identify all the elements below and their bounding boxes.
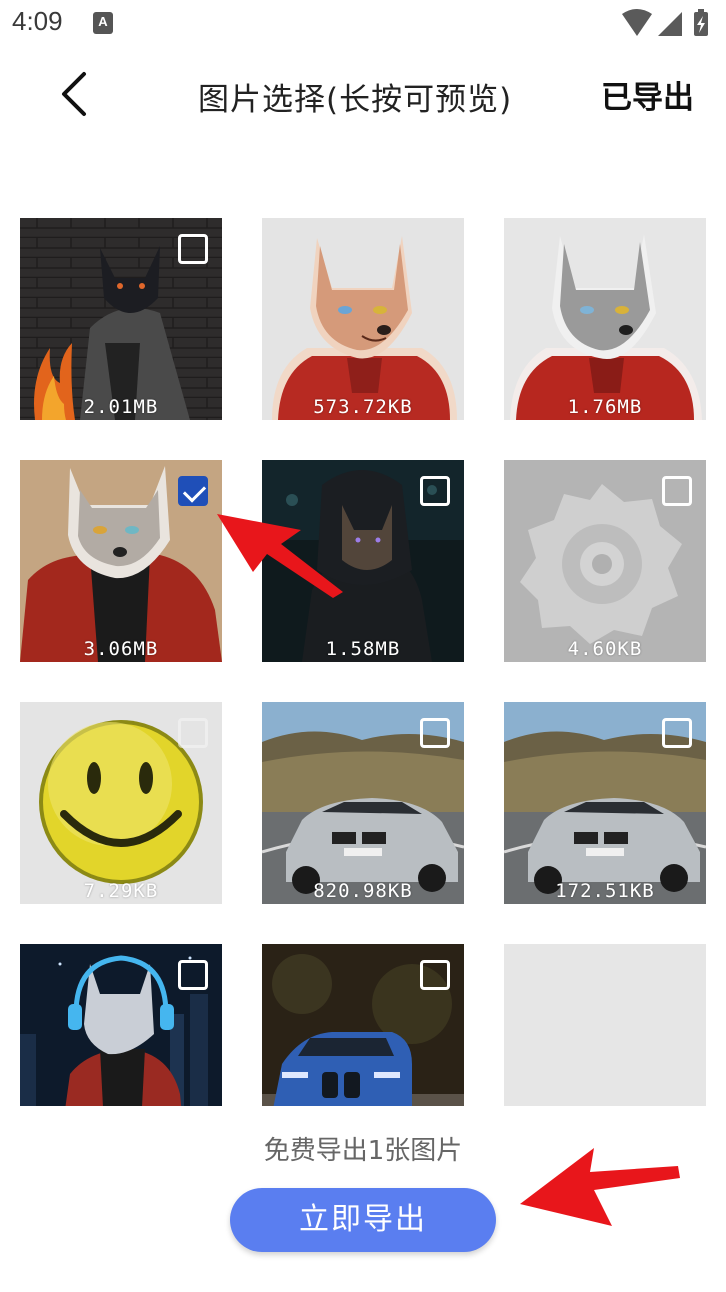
image-item-2[interactable]: 573.72KB [262,218,464,420]
back-button[interactable] [48,66,104,122]
image-grey-wolf-sticker [504,218,706,420]
export-now-button[interactable]: 立即导出 [230,1188,496,1252]
select-checkbox-checked[interactable] [178,476,208,506]
image-item-12-placeholder [504,944,706,1106]
annotation-arrow-icon [520,1148,680,1226]
wifi-icon [622,9,652,36]
status-time: 4:09 [12,6,63,36]
chevron-left-icon [62,72,86,116]
select-checkbox[interactable] [662,718,692,748]
image-size-label: 7.29KB [83,880,159,902]
status-bar: 4:09 A [0,0,726,50]
image-size-label: 4.60KB [567,638,643,660]
image-size-label: 3.06MB [83,638,159,660]
select-checkbox[interactable] [178,234,208,264]
page-title: 图片选择(长按可预览) [198,82,513,118]
image-item-10[interactable] [20,944,222,1106]
image-size-label: 1.58MB [325,638,401,660]
status-icons [620,8,716,38]
battery-charging-icon [694,9,708,36]
image-size-label: 2.01MB [83,396,159,418]
image-size-label: 172.51KB [555,880,655,902]
image-item-8[interactable]: 820.98KB [262,702,464,904]
select-checkbox[interactable] [420,718,450,748]
annotation-arrow-icon [217,514,343,598]
image-item-11[interactable] [262,944,464,1106]
image-size-label: 820.98KB [313,880,413,902]
select-checkbox[interactable] [178,718,208,748]
exported-button[interactable]: 已导出 [601,72,694,117]
screen: 4:09 A 图片选择(长按可预览) 已导出 2.01MB 573.72KB 1… [0,0,726,1292]
select-checkbox[interactable] [662,476,692,506]
image-item-1[interactable]: 2.01MB [20,218,222,420]
image-item-7[interactable]: 7.29KB [20,702,222,904]
image-item-3[interactable]: 1.76MB [504,218,706,420]
image-tan-wolf-sticker [262,218,464,420]
notification-a-icon: A [93,12,113,34]
select-checkbox[interactable] [420,960,450,990]
header: 图片选择(长按可预览) 已导出 [0,56,726,136]
image-size-label: 1.76MB [567,396,643,418]
image-item-4[interactable]: 3.06MB [20,460,222,662]
image-item-9[interactable]: 172.51KB [504,702,706,904]
select-checkbox[interactable] [420,476,450,506]
image-item-6[interactable]: 4.60KB [504,460,706,662]
signal-icon [658,12,682,36]
image-size-label: 573.72KB [313,396,413,418]
select-checkbox[interactable] [178,960,208,990]
